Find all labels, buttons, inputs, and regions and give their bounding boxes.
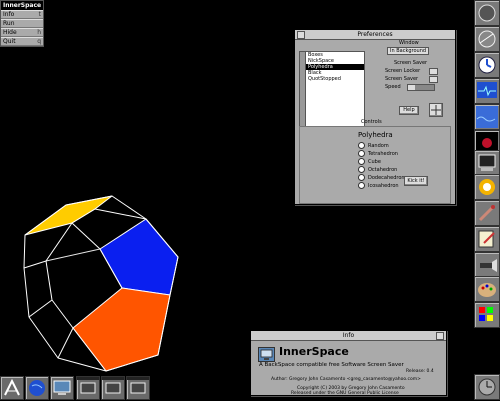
- radio-icon: [358, 174, 365, 181]
- dock-tile-terminal[interactable]: [474, 150, 500, 176]
- preview-button[interactable]: [429, 103, 443, 117]
- radio-cube[interactable]: Cube: [358, 158, 381, 165]
- radio-icon: [358, 182, 365, 189]
- info-tagline: A BackSpace compatible free Software Scr…: [259, 362, 404, 368]
- face-orange: [72, 287, 171, 372]
- radio-icon: [358, 166, 365, 173]
- edge: [23, 260, 47, 269]
- brush-icon: [478, 205, 495, 222]
- dock-tile-wave[interactable]: [474, 104, 500, 130]
- controls-box: Polyhedra Random Tetrahedron Cube Octahe…: [299, 126, 451, 204]
- close-icon[interactable]: [436, 332, 444, 340]
- window-popup[interactable]: In Background: [387, 47, 430, 55]
- radio-label: Dodecahedron: [368, 174, 405, 181]
- mini-window-2[interactable]: [101, 376, 125, 400]
- face-yellow: [24, 195, 113, 236]
- radio-tetrahedron[interactable]: Tetrahedron: [358, 150, 398, 157]
- info-license: Released under the GNU General Public Li…: [291, 391, 399, 396]
- dock-tile-brush[interactable]: [474, 200, 500, 226]
- monitor-icon: [130, 382, 146, 394]
- terminal-icon: [478, 154, 496, 171]
- kick-it-button[interactable]: Kick it!: [404, 176, 428, 186]
- info-author: Author: Gregory John Casamento <greg_cas…: [271, 377, 421, 382]
- radio-icosahedron[interactable]: Icosahedron: [358, 182, 399, 189]
- monitor-icon: [53, 380, 71, 395]
- info-titlebar[interactable]: Info: [251, 331, 446, 341]
- screen-locker-label: Screen Locker: [385, 68, 421, 74]
- preferences-titlebar[interactable]: Preferences: [295, 30, 455, 40]
- radio-icon: [358, 142, 365, 149]
- radio-dodecahedron[interactable]: Dodecahedron: [358, 174, 405, 181]
- wave-icon: [476, 106, 498, 128]
- mini-window-3[interactable]: [126, 376, 150, 400]
- info-title: Info: [342, 332, 355, 339]
- radio-label: Tetrahedron: [368, 150, 398, 157]
- screen-saver-switch[interactable]: [429, 76, 438, 83]
- info-release: Release: 0.4: [406, 369, 434, 374]
- colors-icon: [479, 307, 493, 321]
- power-icon: [478, 4, 496, 22]
- app-logo-icon: [258, 347, 275, 362]
- screen-saver-option-label: Screen Saver: [385, 76, 419, 82]
- info-window: Info InnerSpace A BackSpace compatible f…: [250, 330, 447, 396]
- globe-icon: [29, 380, 45, 396]
- dock-tile-globe[interactable]: [474, 26, 500, 52]
- preferences-title: Preferences: [357, 31, 393, 38]
- help-button[interactable]: Help: [399, 106, 419, 115]
- module-item[interactable]: QuotStopped: [306, 76, 364, 82]
- radio-label: Cube: [368, 158, 381, 165]
- radio-label: Octahedron: [368, 166, 398, 173]
- globe-icon: [478, 30, 496, 48]
- dock-tile-colors[interactable]: [474, 302, 500, 328]
- paint-icon: [479, 179, 495, 195]
- text-editor-icon: [478, 230, 495, 248]
- screen-saver-label: Screen Saver: [394, 60, 428, 66]
- radio-icon: [358, 158, 365, 165]
- wmaker-icon: [4, 378, 20, 396]
- monitor-icon: [105, 382, 121, 394]
- speed-slider-knob[interactable]: [408, 85, 415, 90]
- radio-random[interactable]: Random: [358, 142, 389, 149]
- screen-blue-icon: [477, 82, 497, 98]
- palette-icon: [478, 283, 496, 297]
- radio-octahedron[interactable]: Octahedron: [358, 166, 397, 173]
- dock-tile-flashlight[interactable]: [474, 252, 500, 278]
- monitor-icon: [80, 382, 96, 394]
- wmaker-tile[interactable]: [0, 376, 24, 400]
- window-label: Window: [399, 40, 419, 46]
- dock-tile-palette[interactable]: [474, 276, 500, 302]
- screen-locker-switch[interactable]: [429, 68, 438, 75]
- edge: [28, 299, 53, 318]
- dock-tile-monitor[interactable]: [474, 78, 500, 104]
- speed-slider[interactable]: [407, 84, 435, 91]
- speed-label: Speed: [385, 84, 401, 90]
- radio-label: Random: [368, 142, 389, 149]
- crosshair-icon: [431, 105, 441, 115]
- dock-tile-power[interactable]: [474, 0, 500, 26]
- dock-tile-clock[interactable]: [474, 52, 500, 78]
- edge: [71, 222, 101, 250]
- info-app-name: InnerSpace: [279, 345, 349, 358]
- dock-tile-paint[interactable]: [474, 174, 500, 200]
- face-blue: [99, 218, 179, 296]
- radio-label: Icosahedron: [368, 182, 399, 189]
- clock-icon: [478, 56, 496, 74]
- edge: [57, 327, 74, 359]
- radio-icon: [358, 150, 365, 157]
- edge: [45, 248, 101, 262]
- flashlight-icon: [480, 259, 497, 272]
- minimize-icon[interactable]: [297, 31, 305, 39]
- globe-tile[interactable]: [25, 376, 49, 400]
- dock-tile-clock2[interactable]: [474, 374, 500, 400]
- dock-tile-editor[interactable]: [474, 226, 500, 252]
- edge: [45, 222, 74, 329]
- monitor-tile[interactable]: [50, 376, 74, 400]
- controls-title: Polyhedra: [358, 131, 393, 139]
- preferences-window: Preferences Boxes NickSpace Polyhedra Bl…: [294, 29, 456, 205]
- controls-label: Controls: [361, 119, 382, 125]
- clock2-icon: [478, 378, 496, 396]
- mini-window-1[interactable]: [76, 376, 100, 400]
